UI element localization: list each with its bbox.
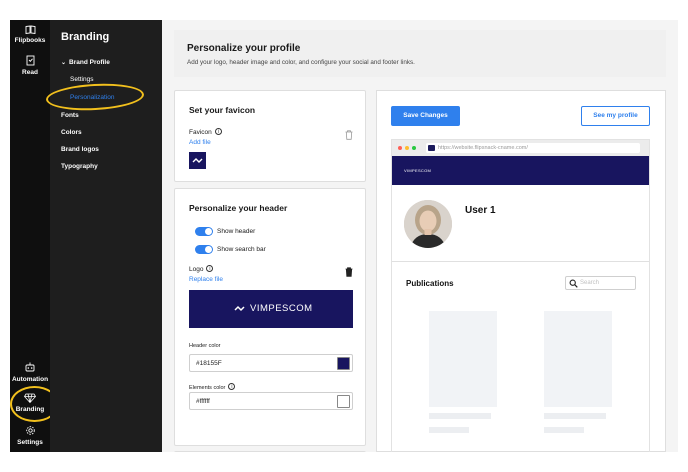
rail-item-settings[interactable]: Settings: [10, 425, 50, 446]
rail-label-branding: Branding: [15, 406, 45, 413]
maximize-dot-icon: [412, 146, 416, 150]
logo-preview: VIMPESCOM: [189, 290, 353, 328]
menu-item-typography[interactable]: Typography: [61, 163, 98, 170]
menu-item-brand-logos[interactable]: Brand logos: [61, 146, 99, 153]
next-settings-card: [174, 451, 366, 452]
menu-item-brand-profile[interactable]: ⌄ Brand Profile: [61, 59, 110, 66]
logo-mark-icon: [192, 158, 203, 163]
preview-divider: [392, 261, 649, 262]
info-icon: i: [214, 128, 222, 135]
placeholder-line: [544, 427, 584, 433]
trash-icon[interactable]: [345, 130, 353, 140]
page-title: Personalize your profile: [187, 43, 301, 54]
trash-icon[interactable]: [345, 267, 353, 277]
search-icon: [569, 279, 578, 288]
header-color-field[interactable]: #18155F: [189, 354, 353, 372]
address-bar: https://website.flipsnack-cname.com/: [426, 143, 640, 153]
logo-mark-icon: [234, 305, 245, 312]
rail-item-automation[interactable]: Automation: [10, 361, 50, 383]
app-window: Flipbooks Read Automation Branding Setti…: [10, 20, 678, 452]
show-header-label: Show header: [217, 228, 256, 235]
see-my-profile-button[interactable]: See my profile: [581, 106, 650, 126]
save-changes-button[interactable]: Save Changes: [391, 106, 460, 126]
elements-color-value: #ffffff: [196, 398, 210, 405]
rail-label-flipbooks: Flipbooks: [14, 37, 46, 44]
logo-label-text: Logo: [189, 266, 204, 273]
user-photo-icon: [404, 200, 452, 248]
elements-color-swatch[interactable]: [337, 395, 350, 408]
browser-toolbar: https://website.flipsnack-cname.com/: [392, 140, 649, 156]
menu-item-fonts[interactable]: Fonts: [61, 112, 79, 119]
elements-color-label: Elements color i: [189, 383, 236, 391]
preview-search-input[interactable]: Search: [565, 276, 636, 290]
search-placeholder: Search: [580, 280, 600, 286]
gear-icon: [25, 426, 35, 435]
menu-item-colors[interactable]: Colors: [61, 129, 82, 136]
header-color-value: #18155F: [196, 360, 222, 367]
publication-placeholder: [544, 311, 612, 407]
info-icon: i: [206, 265, 214, 272]
logo-label: Logo i: [189, 265, 214, 273]
address-bar-url: https://website.flipsnack-cname.com/: [438, 145, 528, 151]
favicon-card: Set your favicon Favicon i Add file: [174, 90, 366, 182]
favicon-label-text: Favicon: [189, 129, 212, 136]
publications-heading: Publications: [406, 279, 454, 288]
book-icon: [25, 25, 35, 34]
main-content: Personalize your profile Add your logo, …: [162, 20, 678, 452]
header-settings-card: Personalize your header Show header Show…: [174, 188, 366, 446]
automation-icon: [25, 362, 35, 372]
menu-item-personalization[interactable]: Personalization: [70, 94, 114, 101]
favicon-preview: [189, 152, 206, 169]
menu-label-brand-profile: Brand Profile: [69, 59, 110, 66]
branding-menu: Branding ⌄ Brand Profile Settings Persona…: [45, 20, 162, 452]
placeholder-line: [429, 413, 491, 419]
favicon-card-title: Set your favicon: [189, 105, 256, 115]
minimize-dot-icon: [405, 146, 409, 150]
header-card-title: Personalize your header: [189, 203, 288, 213]
browser-preview: https://website.flipsnack-cname.com/ VIM…: [391, 139, 650, 452]
add-file-link[interactable]: Add file: [189, 139, 211, 146]
page-subtitle: Add your logo, header image and color, a…: [187, 59, 415, 66]
info-icon: i: [228, 383, 236, 390]
preview-header-logo: VIMPESCOM: [404, 168, 432, 173]
chevron-down-icon: ⌄: [61, 60, 67, 66]
elements-color-field[interactable]: #ffffff: [189, 392, 353, 410]
icon-rail: Flipbooks Read Automation Branding Setti…: [10, 20, 59, 452]
read-icon: [26, 55, 34, 66]
rail-item-flipbooks[interactable]: Flipbooks: [10, 25, 50, 44]
preview-header-band: VIMPESCOM: [392, 156, 649, 185]
show-search-bar-label: Show search bar: [217, 246, 266, 253]
replace-file-link[interactable]: Replace file: [189, 276, 223, 283]
publication-placeholder: [429, 311, 497, 407]
page-header: Personalize your profile Add your logo, …: [174, 30, 666, 77]
rail-item-branding[interactable]: Branding: [10, 393, 50, 413]
profile-preview-panel: Save Changes See my profile https://webs…: [376, 90, 666, 452]
preview-user-name: User 1: [465, 205, 496, 216]
rail-item-read[interactable]: Read: [10, 55, 50, 76]
menu-item-settings[interactable]: Settings: [70, 76, 94, 83]
elements-color-label-text: Elements color: [189, 385, 226, 391]
avatar: [404, 200, 452, 248]
header-color-swatch[interactable]: [337, 357, 350, 370]
logo-preview-text: VIMPESCOM: [250, 303, 313, 314]
favicon-label: Favicon i: [189, 128, 222, 136]
placeholder-line: [429, 427, 469, 433]
rail-label-read: Read: [22, 69, 38, 76]
favicon-icon: [428, 145, 435, 151]
placeholder-line: [544, 413, 606, 419]
diamond-icon: [24, 393, 36, 403]
close-dot-icon: [398, 146, 402, 150]
rail-label-automation: Automation: [11, 376, 49, 383]
header-color-label: Header color: [189, 343, 221, 349]
show-search-bar-toggle[interactable]: [195, 245, 213, 254]
menu-title: Branding: [61, 31, 110, 43]
rail-label-settings: Settings: [17, 439, 43, 446]
preview-scrollbar[interactable]: [649, 139, 650, 452]
show-header-toggle[interactable]: [195, 227, 213, 236]
